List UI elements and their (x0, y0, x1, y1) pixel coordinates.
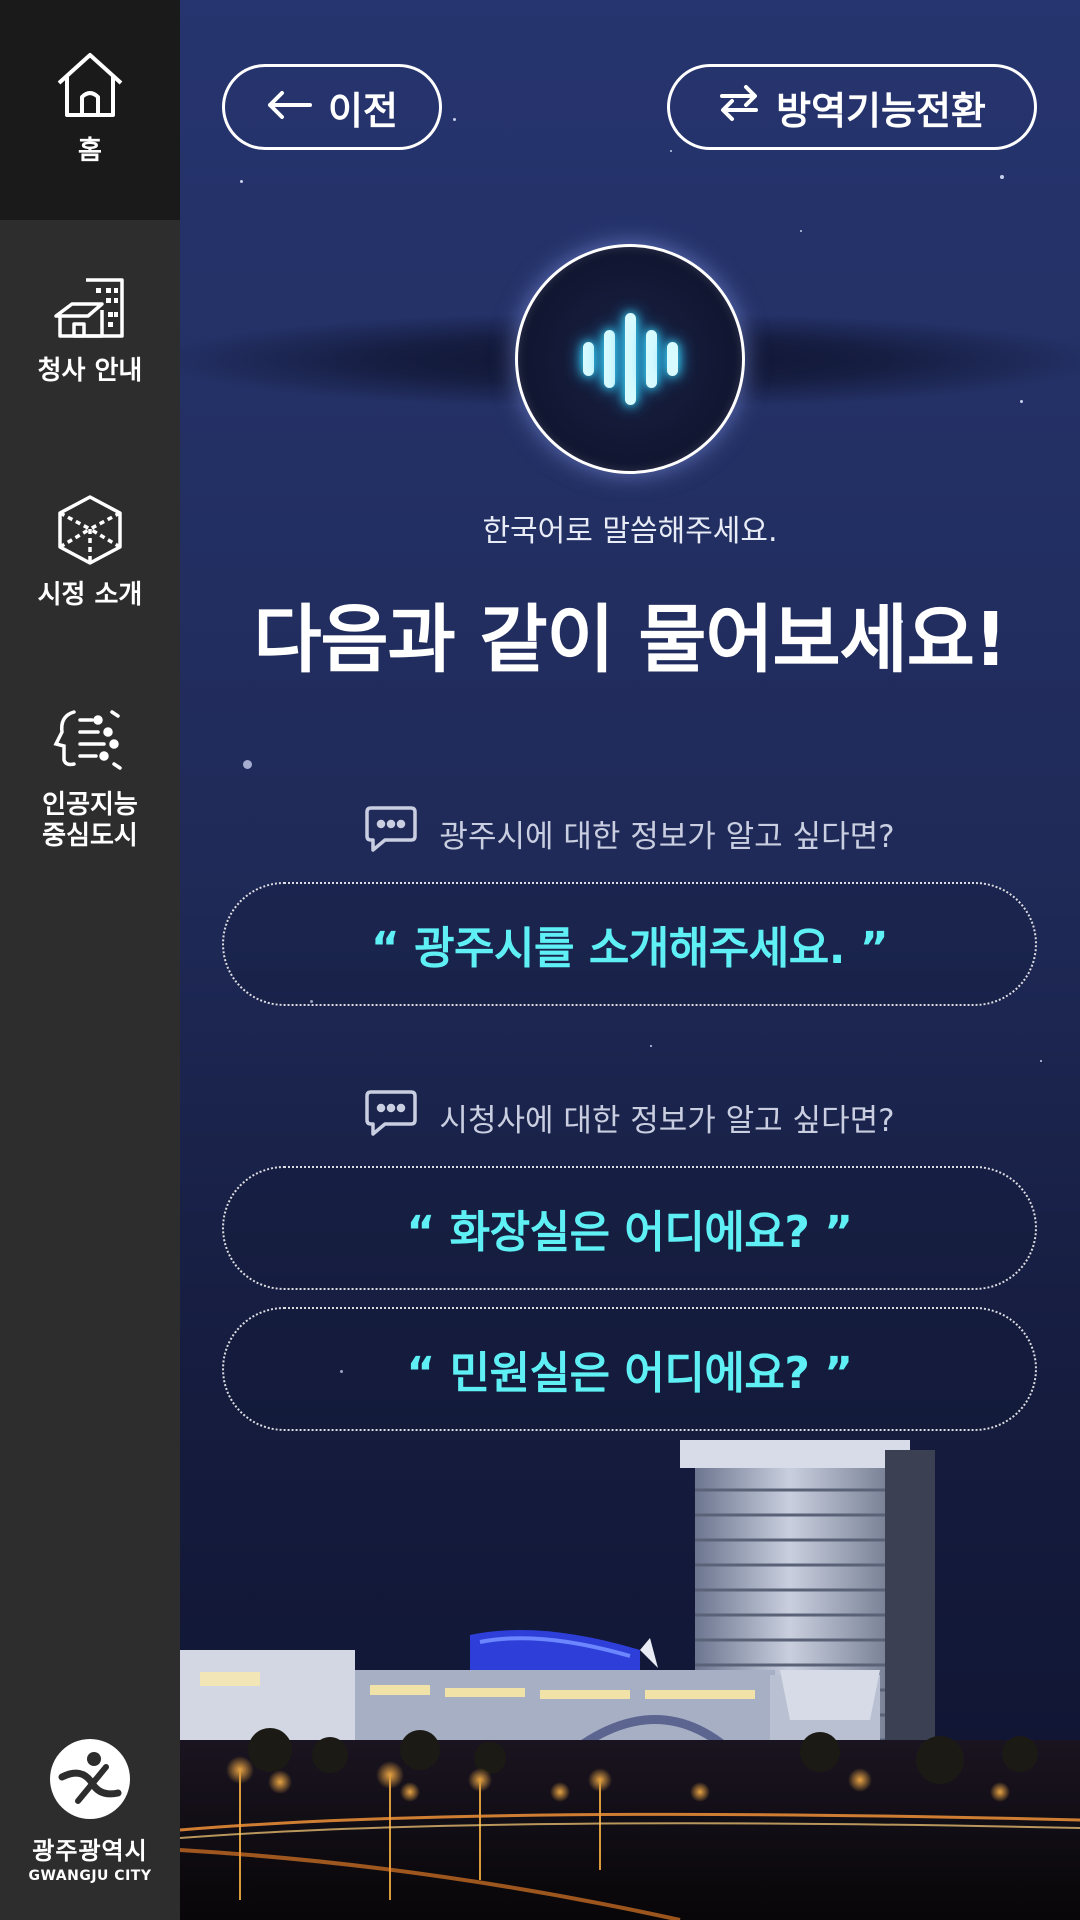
voice-instruction: 한국어로 말씀해주세요. (482, 514, 778, 549)
back-button-label: 이전 (328, 88, 398, 133)
cube-icon (50, 490, 130, 570)
star (650, 1045, 652, 1047)
example-question-button[interactable]: “ 화장실은 어디에요? ” (222, 1166, 1037, 1290)
arrow-left-icon (266, 85, 313, 129)
sidebar-item-building-guide[interactable]: 청사 안내 (0, 266, 180, 387)
sidebar-item-label: 인공지능 중심도시 (42, 790, 138, 851)
question-hint-cityhall: 시청사에 대한 정보가 알고 싶다면? (180, 1088, 1080, 1146)
example-question-button[interactable]: “ 광주시를 소개해주세요. ” (222, 882, 1037, 1006)
main-panel: 이전 방역기능전환 한국어로 말씀해주세요. 다음과 같이 물어보세요! 광주시… (180, 0, 1080, 1920)
star (453, 118, 456, 121)
sidebar: 홈 청사 안내 시정 소개 인공지능 중심도시 광주광역시 GWANGJU CI… (0, 0, 180, 1920)
switch-mode-label: 방역기능전환 (776, 88, 986, 133)
question-hint-city: 광주시에 대한 정보가 알고 싶다면? (180, 804, 1080, 862)
swap-arrows-icon (718, 82, 760, 133)
city-hall-night-photo (180, 1440, 1080, 1920)
star (1040, 1060, 1042, 1062)
chat-bubble-icon (365, 804, 418, 862)
star (1020, 400, 1023, 403)
sidebar-item-label: 시정 소개 (37, 580, 143, 610)
voice-input-button[interactable] (515, 244, 745, 474)
star (800, 230, 802, 232)
example-question-button[interactable]: “ 민원실은 어디에요? ” (222, 1307, 1037, 1431)
sound-wave-icon (582, 313, 678, 405)
city-logo[interactable]: 광주광역시 GWANGJU CITY (0, 1737, 180, 1884)
page-title: 다음과 같이 물어보세요! (253, 597, 1007, 683)
home-icon (50, 46, 130, 126)
ai-head-icon (50, 700, 130, 780)
sidebar-item-ai-city[interactable]: 인공지능 중심도시 (0, 700, 180, 852)
city-name-en: GWANGJU CITY (28, 1868, 152, 1884)
city-name: 광주광역시 (32, 1837, 148, 1865)
star (1000, 175, 1004, 179)
star (240, 180, 243, 183)
back-button[interactable]: 이전 (222, 64, 442, 150)
kiosk-screen: 홈 청사 안내 시정 소개 인공지능 중심도시 광주광역시 GWANGJU CI… (0, 0, 1080, 1920)
question-hint-label: 광주시에 대한 정보가 알고 싶다면? (439, 818, 895, 855)
question-hint-label: 시청사에 대한 정보가 알고 싶다면? (439, 1102, 895, 1139)
chat-bubble-icon (365, 1088, 418, 1146)
sidebar-item-home[interactable]: 홈 (0, 0, 180, 220)
sidebar-item-label: 홈 (78, 136, 102, 166)
sidebar-item-label: 청사 안내 (37, 356, 143, 386)
sidebar-item-city-intro[interactable]: 시정 소개 (0, 490, 180, 611)
star (670, 150, 672, 152)
building-icon (50, 266, 130, 346)
city-emblem-icon (50, 1739, 130, 1819)
switch-mode-button[interactable]: 방역기능전환 (667, 64, 1037, 150)
star (243, 760, 252, 769)
